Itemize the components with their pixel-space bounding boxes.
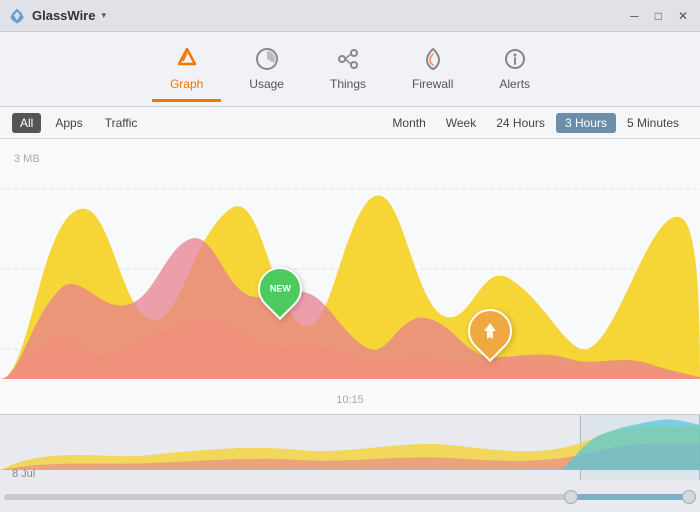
time-5m-button[interactable]: 5 Minutes (618, 113, 688, 133)
nav-label-things: Things (330, 77, 366, 91)
nav-item-alerts[interactable]: Alerts (481, 37, 548, 102)
nav-item-things[interactable]: Things (312, 37, 384, 102)
filter-traffic-button[interactable]: Traffic (97, 113, 146, 133)
title-bar: GlassWire ▾ ─ □ ✕ (0, 0, 700, 32)
nav-label-graph: Graph (170, 77, 203, 91)
nav-label-usage: Usage (249, 77, 284, 91)
nav-label-alerts: Alerts (499, 77, 530, 91)
minimap: 8 Jul (0, 414, 700, 508)
time-week-button[interactable]: Week (437, 113, 485, 133)
filter-bar: All Apps Traffic Month Week 24 Hours 3 H… (0, 107, 700, 139)
scrollbar-track[interactable] (4, 494, 696, 500)
nav-item-graph[interactable]: Graph (152, 37, 221, 102)
app-title: GlassWire (32, 8, 95, 23)
pin-new[interactable]: NEW (258, 267, 302, 311)
alerts-icon (501, 45, 529, 73)
minimize-button[interactable]: ─ (626, 9, 643, 23)
scrollbar-thumb[interactable] (576, 494, 696, 500)
minimap-scrollbar[interactable] (0, 490, 700, 504)
app-logo-icon (8, 7, 26, 25)
nav-item-firewall[interactable]: Firewall (394, 37, 471, 102)
title-bar-left: GlassWire ▾ (8, 7, 106, 25)
things-icon (334, 45, 362, 73)
nav-label-firewall: Firewall (412, 77, 453, 91)
minimap-svg (0, 415, 700, 475)
maximize-button[interactable]: □ (651, 9, 666, 23)
nav-bar: Graph Usage Things (0, 32, 700, 107)
title-bar-controls: ─ □ ✕ (626, 9, 692, 23)
app-dropdown-arrow[interactable]: ▾ (101, 10, 106, 21)
usage-icon (253, 45, 281, 73)
scrollbar-handle-left[interactable] (564, 490, 578, 504)
pin-new-label: NEW (270, 284, 291, 294)
scrollbar-handle-right[interactable] (682, 490, 696, 504)
pin-orange-icon (480, 321, 500, 341)
time-month-button[interactable]: Month (383, 113, 434, 133)
graph-icon (173, 45, 201, 73)
filter-all-button[interactable]: All (12, 113, 41, 133)
filter-apps-button[interactable]: Apps (47, 113, 90, 133)
firewall-icon (419, 45, 447, 73)
minimap-date-label: 8 Jul (12, 468, 35, 480)
close-button[interactable]: ✕ (674, 9, 692, 23)
time-24h-button[interactable]: 24 Hours (487, 113, 554, 133)
chart-svg (0, 139, 700, 414)
time-3h-button[interactable]: 3 Hours (556, 113, 616, 133)
pin-orange[interactable] (468, 309, 512, 353)
chart-area: 3 MB NEW 10:15 (0, 139, 700, 414)
nav-item-usage[interactable]: Usage (231, 37, 302, 102)
time-buttons: Month Week 24 Hours 3 Hours 5 Minutes (383, 113, 688, 133)
chart-x-label: 10:15 (336, 394, 364, 406)
